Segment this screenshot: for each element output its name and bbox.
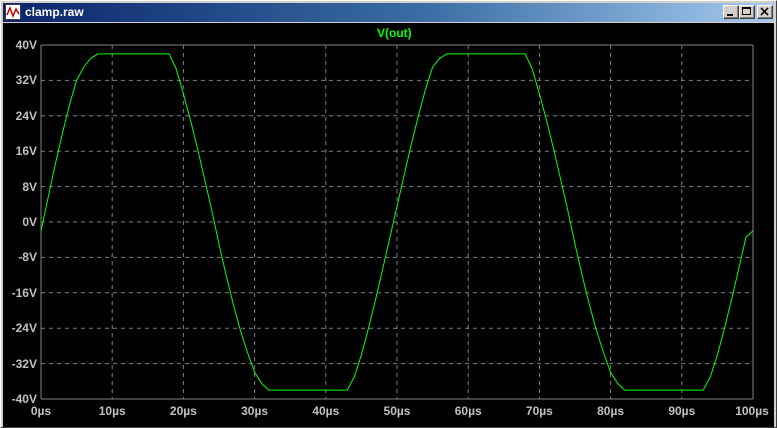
x-tick-label: 10µs bbox=[98, 404, 126, 418]
maximize-button[interactable] bbox=[739, 5, 755, 19]
x-tick-label: 60µs bbox=[454, 404, 482, 418]
x-tick-label: 50µs bbox=[383, 404, 411, 418]
y-tick-label: -32V bbox=[11, 356, 37, 371]
trace-label[interactable]: V(out) bbox=[377, 27, 412, 39]
y-tick-label: 8V bbox=[22, 179, 37, 194]
y-tick-label: -8V bbox=[18, 250, 37, 265]
x-tick-label: 0µs bbox=[30, 404, 52, 418]
y-tick-label: 16V bbox=[15, 144, 37, 159]
window-title: clamp.raw bbox=[25, 5, 84, 19]
x-tick-label: 90µs bbox=[668, 404, 696, 418]
maximize-icon bbox=[742, 7, 751, 15]
y-tick-label: 32V bbox=[15, 73, 37, 88]
minimize-button[interactable] bbox=[723, 5, 739, 19]
close-button[interactable] bbox=[757, 5, 773, 19]
x-tick-label: 100µs bbox=[735, 404, 769, 418]
plot-area[interactable]: V(out) 40V 32V 24V 16V 8V 0V -8V -16V -24V -32V -4… bbox=[3, 23, 774, 427]
x-tick-label: 70µs bbox=[525, 404, 553, 418]
minimize-icon bbox=[727, 14, 733, 16]
x-tick-label: 20µs bbox=[169, 404, 197, 418]
y-tick-label: -16V bbox=[11, 285, 37, 300]
waveform-icon bbox=[5, 4, 21, 20]
x-tick-label: 40µs bbox=[312, 404, 340, 418]
y-tick-label: 40V bbox=[15, 38, 37, 52]
title-bar[interactable]: clamp.raw bbox=[3, 3, 774, 22]
waveform-viewer-window: clamp.raw V(out) 40V 32V 24V 16V 8V 0V -8V -16V… bbox=[0, 0, 777, 428]
y-tick-label: -24V bbox=[11, 321, 37, 336]
y-tick-label: 0V bbox=[22, 215, 37, 229]
x-tick-label: 80µs bbox=[597, 404, 625, 418]
x-tick-label: 30µs bbox=[241, 404, 269, 418]
y-tick-label: 24V bbox=[15, 108, 37, 123]
waveform-plot bbox=[40, 44, 754, 400]
close-icon bbox=[760, 7, 769, 16]
